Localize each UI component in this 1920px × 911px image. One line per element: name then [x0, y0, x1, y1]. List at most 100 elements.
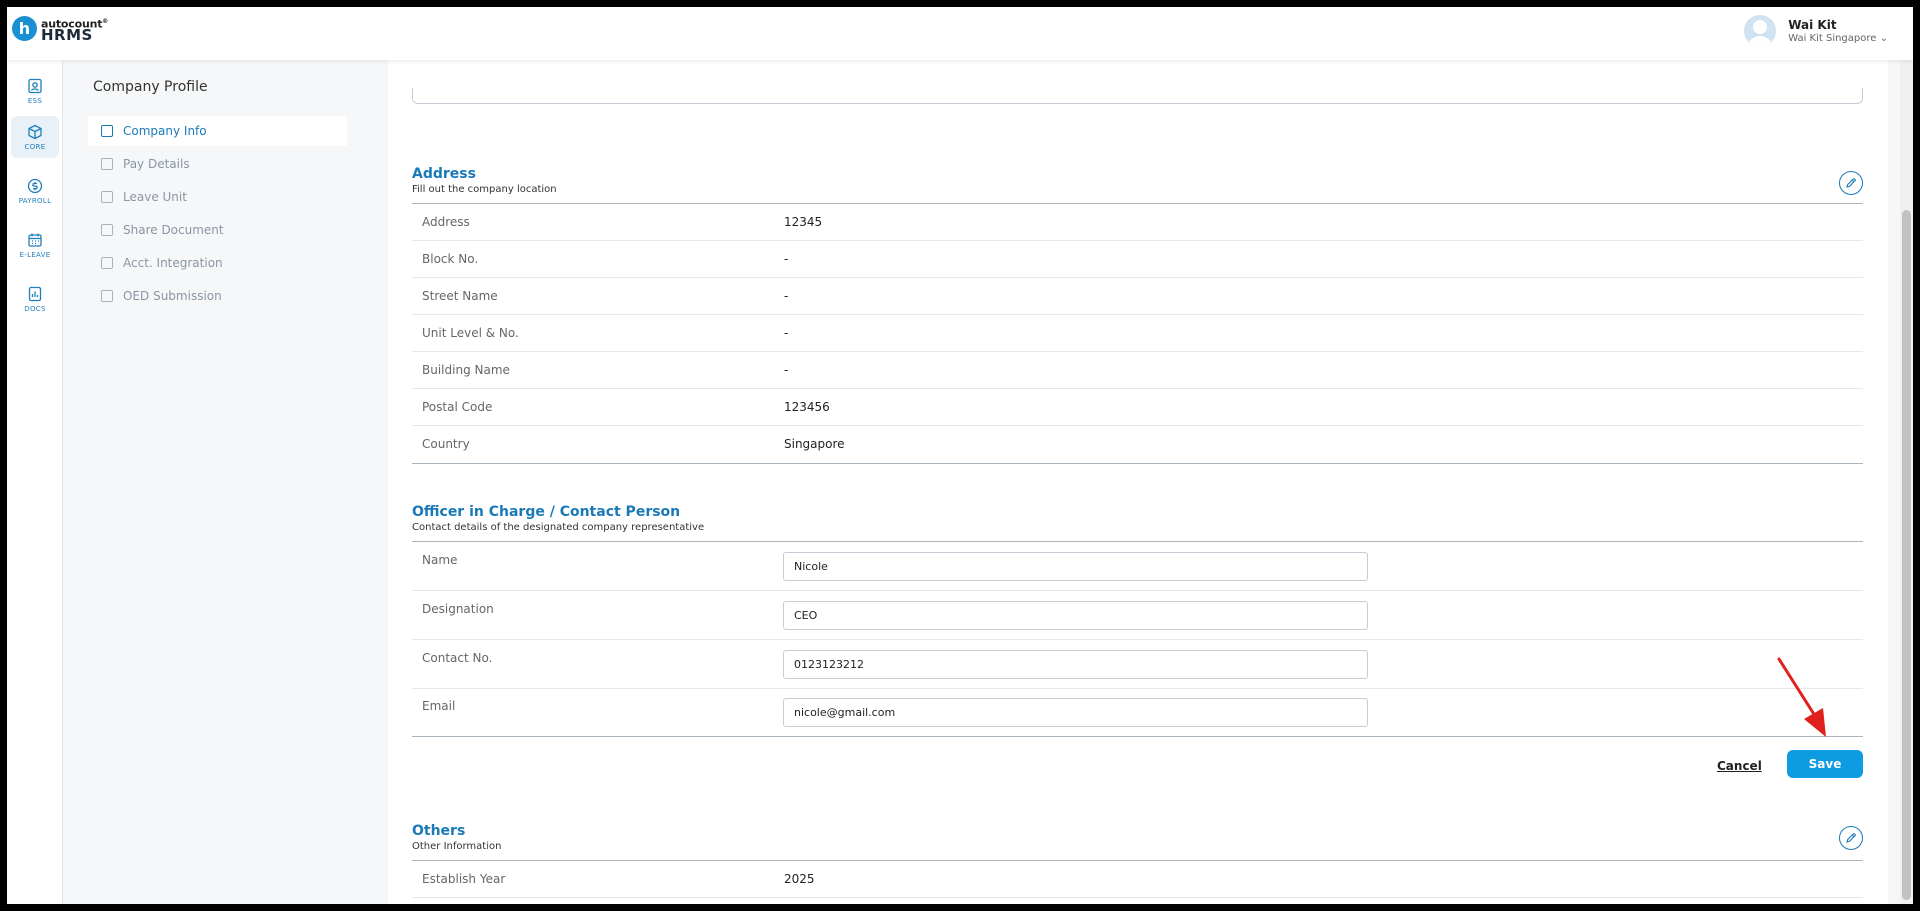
field-label: Address	[422, 215, 470, 229]
subnav-item-label: Share Document	[123, 223, 224, 237]
rail-label: E-LEAVE	[19, 250, 51, 259]
field-value: 123456	[784, 400, 830, 414]
field-label: Postal Code	[422, 400, 493, 414]
docs-icon	[28, 286, 42, 301]
main-panel: Address Fill out the company location Ad…	[388, 60, 1888, 904]
app-logo[interactable]: h autocount® HRMS	[12, 16, 109, 44]
field-label: Name	[422, 553, 458, 567]
officer-section-subtitle: Contact details of the designated compan…	[412, 522, 705, 533]
rail-label: PAYROLL	[18, 196, 52, 205]
user-company: Wai Kit Singapore ⌄	[1788, 33, 1888, 44]
subnav-item-label: Pay Details	[123, 157, 190, 171]
field-value: -	[784, 252, 789, 266]
field-value: 2025	[784, 872, 815, 886]
page-title: Company Profile	[93, 79, 208, 95]
others-section-title: Others	[412, 823, 466, 839]
field-label: Street Name	[422, 289, 498, 303]
core-icon	[28, 124, 42, 139]
top-bar: h autocount® HRMS Wai Kit Wai Kit Singap…	[7, 7, 1913, 60]
chevron-down-icon: ⌄	[1879, 33, 1888, 44]
ess-icon	[28, 78, 42, 93]
edit-others-button[interactable]	[1839, 826, 1863, 850]
logo-brand-mark: ®	[102, 18, 109, 26]
rail-item-core[interactable]: CORE	[11, 116, 59, 158]
rail-item-payroll[interactable]: PAYROLL	[11, 170, 59, 212]
subnav-item-pay-details[interactable]: Pay Details	[88, 149, 347, 179]
officer-section-title: Officer in Charge / Contact Person	[412, 504, 681, 520]
edit-address-button[interactable]	[1839, 171, 1863, 195]
cancel-button[interactable]: Cancel	[1717, 759, 1762, 773]
address-row: Postal Code 123456	[412, 389, 1863, 426]
address-section-title: Address	[412, 166, 476, 182]
user-company-text: Wai Kit Singapore	[1788, 33, 1877, 44]
field-label: Establish Year	[422, 872, 506, 886]
rail-label: DOCS	[24, 304, 46, 313]
officer-field-row: Contact No.	[412, 640, 1863, 689]
previous-field-edge	[412, 88, 1863, 104]
subnav-item-acct-integration[interactable]: Acct. Integration	[88, 248, 347, 278]
subnav-item-company-info[interactable]: Company Info	[88, 116, 347, 146]
field-value: Singapore	[784, 437, 845, 451]
building-icon	[101, 125, 113, 137]
field-label: Email	[422, 699, 456, 713]
rail-label: ESS	[27, 96, 43, 105]
leave-unit-icon	[101, 191, 113, 203]
contact-number-input[interactable]	[783, 650, 1368, 679]
pay-details-icon	[101, 158, 113, 170]
pencil-icon	[1846, 178, 1856, 188]
sub-navigation: Company Info Pay Details Leave Unit Shar…	[88, 116, 347, 314]
field-label: Building Name	[422, 363, 510, 377]
subnav-item-label: Company Info	[123, 124, 207, 138]
rail-item-docs[interactable]: DOCS	[11, 278, 59, 320]
subnav-item-oed-submission[interactable]: OED Submission	[88, 281, 347, 311]
officer-field-row: Designation	[412, 591, 1863, 640]
app-window: h autocount® HRMS Wai Kit Wai Kit Singap…	[7, 7, 1913, 904]
logo-text: autocount® HRMS	[41, 16, 109, 44]
logo-product: HRMS	[41, 25, 93, 44]
calendar-icon	[28, 233, 42, 247]
address-section-subtitle: Fill out the company location	[412, 184, 557, 195]
rail-item-e-leave[interactable]: E-LEAVE	[11, 224, 59, 266]
address-row: Address 12345	[412, 204, 1863, 241]
integration-icon	[101, 257, 113, 269]
share-document-icon	[101, 224, 113, 236]
module-rail: ESS CORE PAYROLL E-LEAVE DOCS	[7, 60, 63, 904]
logo-mark-icon: h	[12, 16, 37, 41]
user-name: Wai Kit	[1788, 18, 1837, 32]
rail-item-ess[interactable]: ESS	[11, 70, 59, 112]
scrollbar-thumb[interactable]	[1902, 210, 1911, 900]
subnav-item-label: Acct. Integration	[123, 256, 223, 270]
field-label: Contact No.	[422, 651, 493, 665]
submission-icon	[101, 290, 113, 302]
avatar[interactable]	[1744, 15, 1777, 47]
others-section-subtitle: Other Information	[412, 841, 502, 852]
field-label: Designation	[422, 602, 494, 616]
officer-field-row: Name	[412, 542, 1863, 591]
field-value: 12345	[784, 215, 823, 229]
field-label: Unit Level & No.	[422, 326, 519, 340]
others-row: Establish Year 2025	[412, 861, 1863, 898]
subnav-item-label: Leave Unit	[123, 190, 187, 204]
save-button[interactable]: Save	[1787, 750, 1863, 778]
field-value: -	[784, 326, 789, 340]
subnav-item-label: OED Submission	[123, 289, 222, 303]
pencil-icon	[1846, 833, 1856, 843]
field-value: -	[784, 289, 789, 303]
payroll-icon	[27, 178, 43, 193]
user-menu[interactable]: Wai Kit Wai Kit Singapore ⌄	[1744, 15, 1888, 47]
designation-input[interactable]	[783, 601, 1368, 630]
address-row: Unit Level & No. -	[412, 315, 1863, 352]
address-row: Country Singapore	[412, 426, 1863, 464]
email-input[interactable]	[783, 698, 1368, 727]
subnav-item-share-document[interactable]: Share Document	[88, 215, 347, 245]
subnav-item-leave-unit[interactable]: Leave Unit	[88, 182, 347, 212]
officer-field-row: Email	[412, 689, 1863, 737]
field-label: Country	[422, 437, 470, 451]
address-row: Street Name -	[412, 278, 1863, 315]
vertical-scrollbar[interactable]	[1900, 60, 1913, 904]
name-input[interactable]	[783, 552, 1368, 581]
address-row: Block No. -	[412, 241, 1863, 278]
field-label: Block No.	[422, 252, 479, 266]
field-value: -	[784, 363, 789, 377]
rail-label: CORE	[24, 142, 46, 151]
